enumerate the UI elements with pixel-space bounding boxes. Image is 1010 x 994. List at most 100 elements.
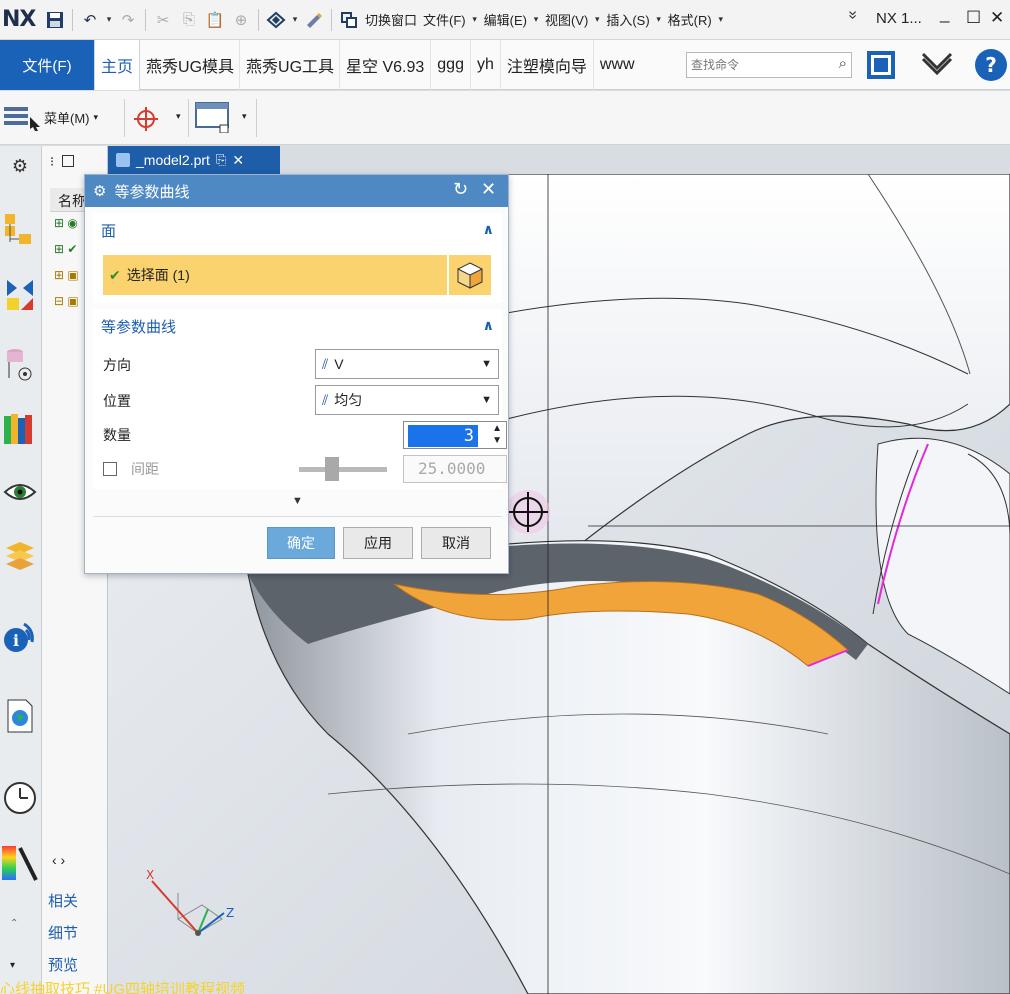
point-snap-icon[interactable]	[132, 105, 160, 136]
point-snap-dropdown-icon[interactable]: ▾	[176, 111, 181, 122]
maximize-button[interactable]: ☐	[966, 8, 981, 28]
tab-yanxiu-mold[interactable]: 燕秀UG模具	[140, 40, 241, 90]
part-file-tab[interactable]: _model2.prt ⎘ ✕	[108, 146, 280, 174]
ok-button[interactable]: 确定	[267, 527, 335, 559]
spacing-row: 间距 25.0000	[103, 453, 507, 485]
material-stack-icon[interactable]	[0, 536, 40, 576]
snap-dropdown-icon[interactable]: ▾	[289, 14, 301, 25]
position-label: 位置	[103, 393, 131, 409]
divider	[72, 8, 73, 31]
count-input[interactable]: 3 ▲ ▼	[403, 421, 507, 449]
iso-curve-group-header[interactable]: 等参数曲线 ∧	[93, 309, 502, 343]
tab-home[interactable]: 主页	[94, 40, 141, 90]
more-commands-icon[interactable]: »	[843, 11, 861, 20]
view-display-dropdown-icon[interactable]: ▾	[242, 111, 247, 122]
info-icon[interactable]: i	[0, 616, 40, 656]
web-browser-icon[interactable]	[0, 696, 40, 736]
resbar-scroll-up-icon[interactable]: ⌃	[10, 918, 18, 929]
command-search-input[interactable]	[687, 53, 827, 77]
resbar-scroll-down-icon[interactable]: ▾	[10, 960, 15, 971]
details-tab[interactable]: 细节	[48, 922, 78, 943]
constraint-navigator-icon[interactable]	[0, 274, 40, 314]
more-options-expander[interactable]: ▼	[93, 495, 502, 517]
close-button[interactable]: ✕	[990, 8, 1004, 28]
save-icon[interactable]	[42, 7, 68, 33]
move-cursor-icon	[506, 490, 550, 534]
reuse-library-icon[interactable]	[0, 408, 40, 448]
undo-icon[interactable]: ↶	[77, 7, 103, 33]
file-tab[interactable]: 文件(F)	[0, 40, 94, 90]
assembly-navigator-icon[interactable]	[0, 210, 40, 250]
dropdown-arrow-icon: ▼	[481, 358, 492, 370]
dialog-settings-icon[interactable]: ⚙	[93, 182, 106, 200]
tree-scroll-arrows[interactable]: ‹ ›	[52, 852, 65, 868]
face-cube-icon[interactable]	[449, 255, 491, 295]
spinner-icon[interactable]: ▲ ▼	[492, 423, 502, 447]
select-face-row[interactable]: ✔ 选择面 (1)	[103, 255, 447, 295]
full-screen-icon[interactable]	[862, 46, 900, 84]
paste-special-icon[interactable]: ⊕	[228, 7, 254, 33]
dialog-close-icon[interactable]: ✕	[481, 179, 496, 200]
history-clock-icon[interactable]	[0, 778, 40, 818]
tab-xingkong[interactable]: 星空 V6.93	[340, 40, 432, 90]
dropdown-arrow-icon: ▼	[481, 394, 492, 406]
apply-button[interactable]: 应用	[343, 527, 413, 559]
snap-icon[interactable]	[263, 7, 289, 33]
menu-file[interactable]: 文件(F)	[420, 10, 469, 29]
iso-curve-group: 等参数曲线 ∧ 方向 ⫽ V ▼ 位置 ⫽ 均匀 ▼ 数量 3 ▲ ▼ 间距 2…	[93, 309, 507, 489]
search-icon[interactable]: ⌕	[839, 55, 847, 72]
collapse-chevron-icon[interactable]: ∧	[483, 221, 494, 238]
tab-ggg[interactable]: ggg	[431, 40, 471, 90]
command-finder[interactable]: ⌕	[686, 52, 852, 78]
switch-window-icon[interactable]	[336, 7, 362, 33]
menu-label: 菜单(M)	[44, 110, 90, 126]
copy-icon[interactable]: ⎘	[176, 7, 202, 33]
visibility-eye-icon[interactable]	[0, 472, 40, 512]
minimize-button[interactable]: _	[940, 4, 949, 24]
spacing-slider-thumb[interactable]	[325, 457, 339, 481]
collapse-chevron-icon[interactable]: ∧	[483, 317, 494, 334]
cancel-button[interactable]: 取消	[421, 527, 491, 559]
position-select[interactable]: ⫽ 均匀 ▼	[315, 385, 499, 415]
undo-dropdown-icon[interactable]: ▾	[103, 14, 115, 25]
view-display-icon[interactable]	[194, 101, 232, 136]
redo-icon[interactable]: ↷	[115, 7, 141, 33]
spacing-label: 间距	[131, 461, 159, 477]
help-icon[interactable]: ?	[972, 46, 1010, 84]
spacing-slider-track[interactable]	[299, 467, 387, 472]
menu-insert-dropdown-icon: ▾	[656, 14, 661, 24]
menu-format[interactable]: 格式(R)	[665, 10, 715, 29]
tab-yh[interactable]: yh	[471, 40, 501, 90]
count-value[interactable]: 3	[408, 425, 478, 447]
divider	[124, 99, 125, 137]
menu-insert[interactable]: 插入(S)	[603, 10, 652, 29]
spacing-checkbox[interactable]	[103, 462, 117, 476]
part-navigator-icon[interactable]	[0, 344, 40, 384]
face-group-header[interactable]: 面 ∧	[93, 213, 502, 247]
preview-tab[interactable]: 预览	[48, 954, 78, 975]
tab-yanxiu-tools[interactable]: 燕秀UG工具	[240, 40, 341, 90]
direction-select[interactable]: ⫽ V ▼	[315, 349, 499, 379]
related-tab[interactable]: 相关	[48, 890, 78, 911]
paste-icon[interactable]: 📋	[202, 7, 228, 33]
reset-icon[interactable]: ↻	[453, 179, 468, 200]
close-part-icon[interactable]: ✕	[232, 152, 244, 169]
count-label: 数量	[103, 427, 131, 443]
cut-icon[interactable]: ✂	[150, 7, 176, 33]
menu-view[interactable]: 视图(V)	[542, 10, 591, 29]
edit-object-icon[interactable]	[301, 7, 327, 33]
menu-edit[interactable]: 编辑(E)	[481, 10, 530, 29]
menu-button[interactable]: 菜单(M) ▾	[2, 103, 98, 131]
navigator-window-icon[interactable]	[61, 155, 74, 167]
menu-file-dropdown-icon: ▾	[472, 14, 477, 24]
ribbon-collapse-icon[interactable]	[918, 46, 956, 84]
tab-mold-wizard[interactable]: 注塑模向导	[501, 40, 594, 90]
switch-window-label[interactable]: 切换窗口	[362, 10, 420, 29]
tab-www[interactable]: www	[594, 40, 641, 90]
navigator-options-icon[interactable]: ⁝	[50, 154, 54, 169]
divider	[256, 99, 257, 137]
settings-icon[interactable]: ⚙	[0, 146, 40, 186]
spacing-input[interactable]: 25.0000	[403, 455, 507, 483]
dialog-title-bar[interactable]: ⚙ 等参数曲线 ↻ ✕	[85, 175, 508, 207]
palette-icon[interactable]	[0, 842, 40, 882]
